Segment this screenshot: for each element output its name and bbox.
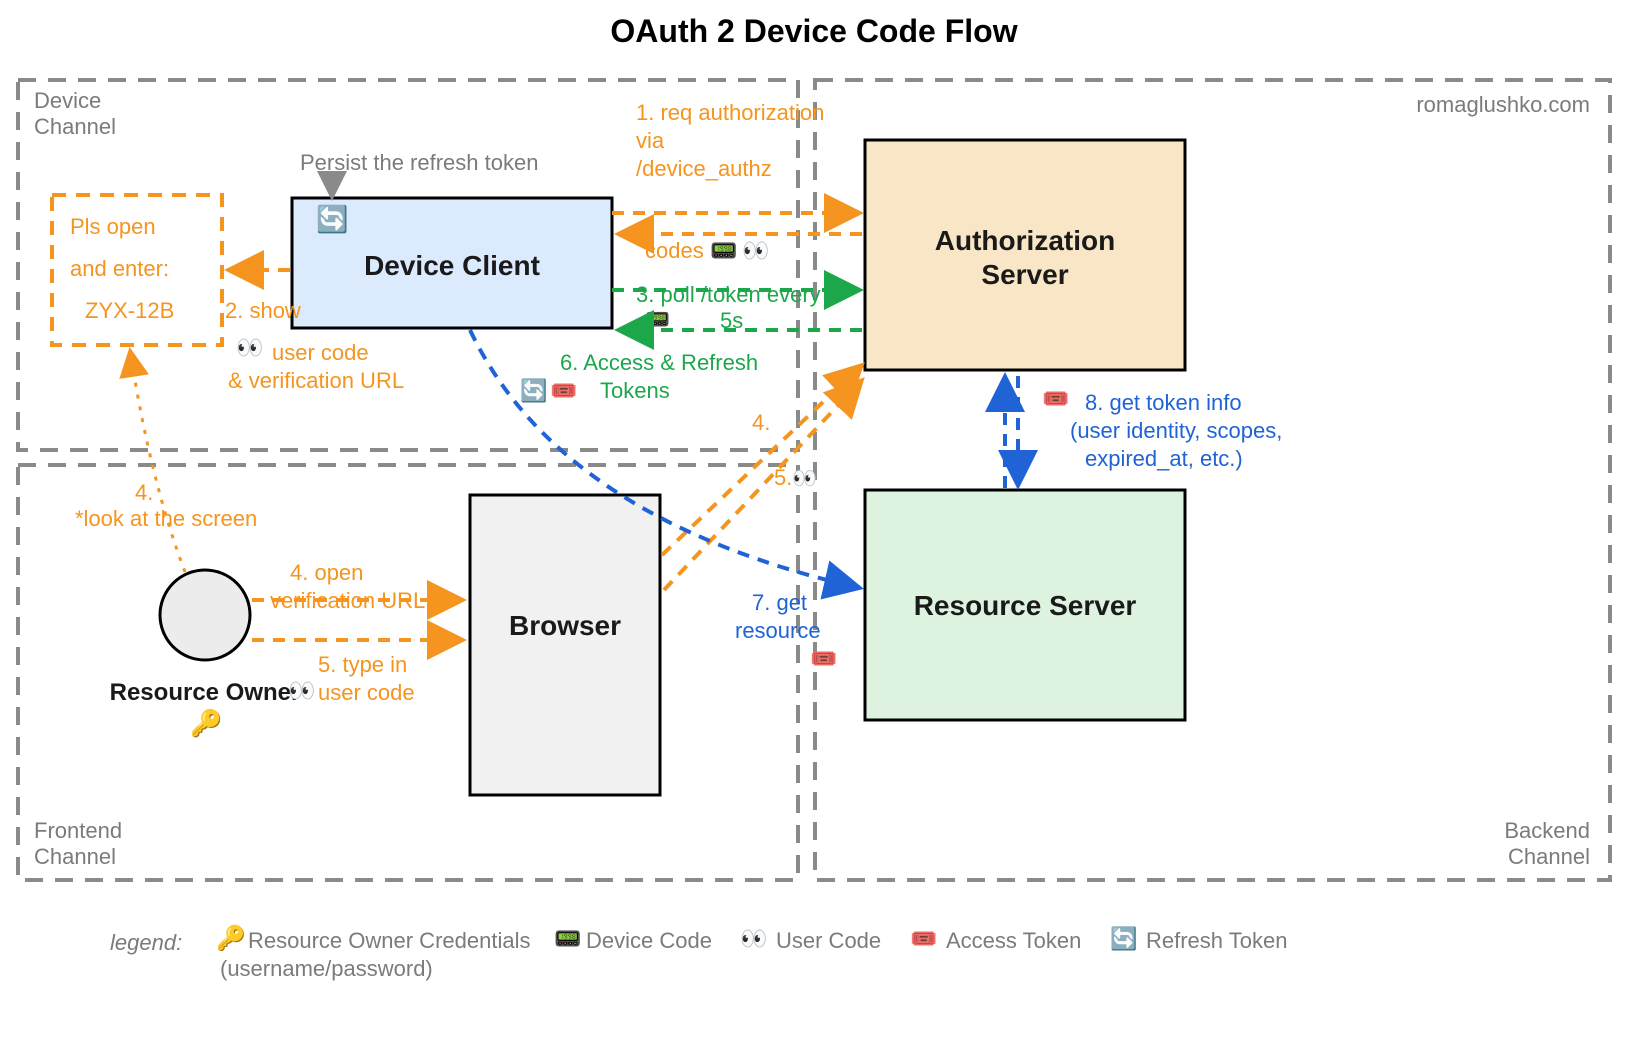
- step5-label: 5.: [774, 465, 792, 490]
- pager-icon: 📟: [710, 238, 737, 263]
- resource-owner-node: [160, 570, 250, 660]
- pager-icon-2: 📟: [645, 309, 670, 331]
- user-code-text: Pls open and enter: ZYX-12B: [70, 214, 175, 323]
- codes-label: codes: [645, 238, 704, 263]
- legend-ticket-icon: 🎟️: [910, 926, 937, 951]
- device-client-label: Device Client: [364, 250, 540, 281]
- refresh-icon-2: 🔄: [520, 378, 547, 403]
- legend-eyes-icon: 👀: [740, 926, 767, 951]
- persist-note: Persist the refresh token: [300, 150, 538, 175]
- step1-label: 1. req authorization via /device_authz: [636, 100, 830, 181]
- legend-device-code: Device Code: [586, 928, 712, 953]
- step8-label: 8. get token info (user identity, scopes…: [1070, 390, 1288, 471]
- step4-label: 4.: [752, 410, 770, 435]
- backend-channel-label: BackendChannel: [1504, 818, 1590, 869]
- eyes-icon-3: 👀: [288, 678, 315, 703]
- eyes-icon-4: 👀: [792, 468, 817, 490]
- legend-pager-icon: 📟: [554, 926, 581, 951]
- ticket-icon: 🎟️: [550, 378, 577, 403]
- legend-title: legend:: [110, 930, 182, 955]
- eyes-icon: 👀: [742, 238, 769, 263]
- resource-owner-label: Resource Owner: [110, 679, 301, 706]
- browser-box: [470, 495, 660, 795]
- legend-refresh-icon: 🔄: [1110, 926, 1137, 951]
- page-title: OAuth 2 Device Code Flow: [610, 13, 1017, 49]
- eyes-icon-2: 👀: [236, 335, 263, 360]
- refresh-icon: 🔄: [316, 204, 348, 234]
- step4-arrow: [662, 365, 862, 555]
- device-channel-label: Device Channel: [34, 88, 116, 139]
- watermark: romaglushko.com: [1416, 92, 1590, 117]
- legend-cred: Resource Owner Credentials(username/pass…: [220, 928, 530, 981]
- browser-label: Browser: [509, 610, 621, 641]
- frontend-channel-label: FrontendChannel: [34, 818, 122, 869]
- ticket-icon-2: 🎟️: [810, 646, 837, 671]
- resource-server-label: Resource Server: [914, 590, 1137, 621]
- key-icon: 🔑: [190, 707, 222, 739]
- step4look-arrow: [130, 350, 185, 572]
- legend-access-token: Access Token: [946, 928, 1081, 953]
- diagram: OAuth 2 Device Code Flow Device Channel …: [0, 0, 1629, 1038]
- legend-user-code: User Code: [776, 928, 881, 953]
- step4look-label: 4.*look at the screen: [75, 480, 257, 531]
- step4open-label: 4. openverification URL: [270, 560, 425, 613]
- legend-refresh-token: Refresh Token: [1146, 928, 1287, 953]
- step2-label: 2. show: [225, 298, 301, 323]
- step6-label: 6. Access & RefreshTokens: [560, 350, 758, 403]
- ticket-icon-3: 🎟️: [1042, 386, 1069, 411]
- step7-label: 7. getresource: [735, 590, 821, 643]
- step5type-label: 5. type inuser code: [318, 652, 415, 705]
- legend-key-icon: 🔑: [216, 923, 246, 952]
